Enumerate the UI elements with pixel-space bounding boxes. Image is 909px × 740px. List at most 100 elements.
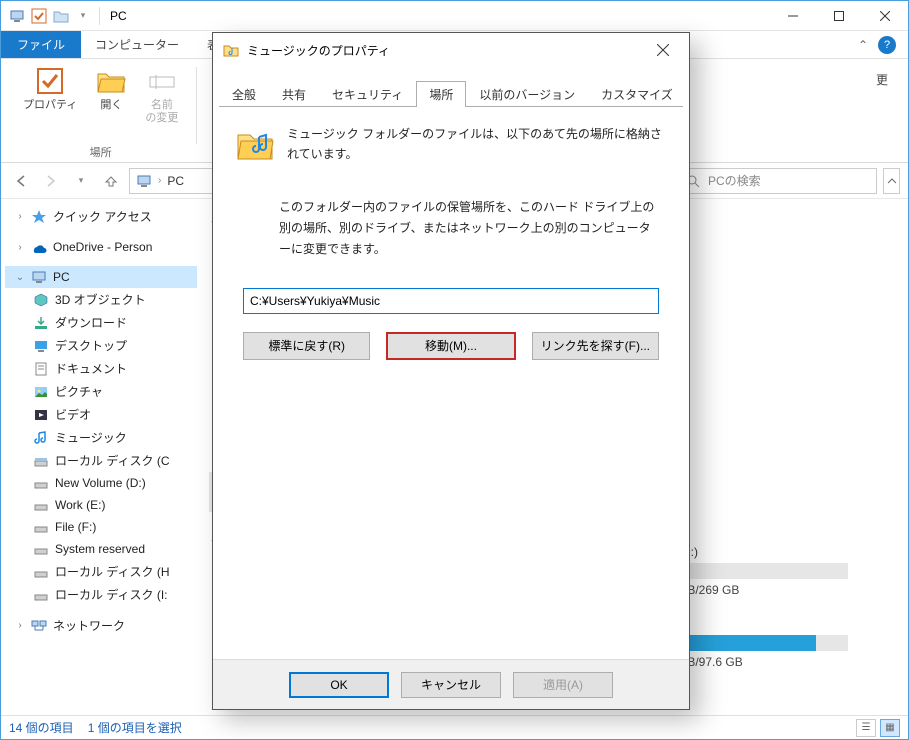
drive-icon (33, 564, 49, 580)
drive-bar (668, 563, 848, 579)
help-icon[interactable]: ? (878, 36, 896, 54)
tab-sharing[interactable]: 共有 (269, 81, 319, 107)
status-count: 14 個の項目 (9, 719, 74, 736)
sidebar-item-3dobjects[interactable]: 3D オブジェクト (5, 288, 197, 311)
dialog-note: このフォルダー内のファイルの保管場所を、このハード ドライブ上の別の場所、別のド… (279, 197, 657, 260)
sidebar-item-documents[interactable]: ドキュメント (5, 357, 197, 380)
tab-general[interactable]: 全般 (219, 81, 269, 107)
rename-icon (146, 65, 178, 97)
expand-icon[interactable]: › (15, 620, 25, 631)
forward-button[interactable] (39, 169, 63, 193)
tab-location[interactable]: 場所 (416, 81, 466, 107)
apply-button[interactable]: 適用(A) (513, 672, 613, 698)
sidebar-item-onedrive[interactable]: › OneDrive - Person (5, 236, 197, 258)
view-tiles-icon[interactable]: ▦ (880, 719, 900, 737)
breadcrumb[interactable]: PC (167, 174, 184, 188)
drive-info: e (D:) 2 GB/269 GB 8 GB/97.6 GB (668, 545, 868, 707)
qat-dropdown-icon[interactable]: ▾ (75, 8, 91, 24)
folder-qat-icon[interactable] (53, 8, 69, 24)
open-folder-icon (95, 65, 127, 97)
tab-customize[interactable]: カスタマイズ (588, 81, 686, 107)
drive-row-d[interactable]: e (D:) 2 GB/269 GB (668, 545, 868, 597)
collapse-icon[interactable]: ⌄ (15, 272, 25, 283)
tab-previous[interactable]: 以前のバージョン (466, 81, 588, 107)
sidebar-item-drive-f[interactable]: File (F:) (5, 516, 197, 538)
video-icon (33, 407, 49, 423)
nav-sidebar: › クイック アクセス › OneDrive - Person ⌄ (1, 199, 201, 715)
drive-row-other[interactable]: 8 GB/97.6 GB (668, 635, 868, 669)
sidebar-item-network[interactable]: › ネットワーク (5, 614, 197, 637)
pictures-icon (33, 384, 49, 400)
music-icon (33, 430, 49, 446)
move-button[interactable]: 移動(M)... (386, 332, 515, 360)
cancel-button[interactable]: キャンセル (401, 672, 501, 698)
search-input[interactable]: PCの検索 (677, 168, 877, 194)
network-icon (31, 618, 47, 634)
sidebar-item-drive-sys[interactable]: System reserved (5, 538, 197, 560)
properties-check-icon[interactable] (31, 8, 47, 24)
sidebar-item-desktop[interactable]: デスクトップ (5, 334, 197, 357)
dialog-titlebar: ミュージックのプロパティ (213, 33, 689, 67)
expand-icon[interactable]: › (15, 211, 25, 222)
sidebar-item-drive-i[interactable]: ローカル ディスク (I: (5, 583, 197, 606)
cube-icon (33, 292, 49, 308)
dialog-footer: OK キャンセル 適用(A) (213, 659, 689, 709)
up-button[interactable] (99, 169, 123, 193)
open-button[interactable]: 開く (89, 63, 133, 114)
dialog-close-button[interactable] (643, 36, 683, 64)
crumb-sep-icon[interactable]: › (158, 175, 161, 186)
star-icon (31, 209, 47, 225)
sidebar-item-music[interactable]: ミュージック (5, 426, 197, 449)
properties-dialog: ミュージックのプロパティ 全般 共有 セキュリティ 場所 以前のバージョン カス… (212, 32, 690, 710)
computer-tab[interactable]: コンピューター (81, 31, 193, 58)
maximize-button[interactable] (816, 1, 862, 31)
view-details-icon[interactable]: ☰ (856, 719, 876, 737)
ribbon-group-location: プロパティ 開く 名前 の変更 場所 (9, 63, 192, 162)
file-tab[interactable]: ファイル (1, 31, 81, 58)
sidebar-item-quickaccess[interactable]: › クイック アクセス (5, 205, 197, 228)
drive-free: 2 GB/269 GB (668, 583, 868, 597)
drive-bar (668, 635, 848, 651)
window-title: PC (110, 9, 127, 23)
ribbon-extra[interactable]: 更 (864, 63, 900, 162)
explorer-window: ▾ PC ファイル コンピューター 表示 ⌃ ? (0, 0, 909, 740)
recent-dropdown[interactable]: ▾ (69, 169, 93, 193)
sidebar-item-pictures[interactable]: ピクチャ (5, 380, 197, 403)
drive-free: 8 GB/97.6 GB (668, 655, 868, 669)
sidebar-item-pc[interactable]: ⌄ PC (5, 266, 197, 288)
onedrive-icon (31, 239, 47, 255)
drive-icon (33, 453, 49, 469)
tab-security[interactable]: セキュリティ (319, 81, 416, 107)
dialog-title: ミュージックのプロパティ (247, 42, 390, 59)
dialog-tabs: 全般 共有 セキュリティ 場所 以前のバージョン カスタマイズ (213, 79, 689, 107)
back-button[interactable] (9, 169, 33, 193)
drive-icon (33, 587, 49, 603)
music-folder-icon (223, 42, 239, 58)
location-path-input[interactable] (243, 288, 659, 314)
download-icon (33, 315, 49, 331)
sidebar-item-drive-c[interactable]: ローカル ディスク (C (5, 449, 197, 472)
document-icon (33, 361, 49, 377)
pc-icon (9, 8, 25, 24)
expand-icon[interactable]: › (15, 242, 25, 253)
sidebar-item-videos[interactable]: ビデオ (5, 403, 197, 426)
statusbar: 14 個の項目 1 個の項目を選択 ☰ ▦ (1, 715, 908, 739)
sidebar-item-drive-d[interactable]: New Volume (D:) (5, 472, 197, 494)
sidebar-item-drive-h[interactable]: ローカル ディスク (H (5, 560, 197, 583)
desktop-icon (33, 338, 49, 354)
minimize-button[interactable] (770, 1, 816, 31)
rename-button: 名前 の変更 (139, 63, 184, 127)
ok-button[interactable]: OK (289, 672, 389, 698)
restore-default-button[interactable]: 標準に戻す(R) (243, 332, 370, 360)
properties-icon (34, 65, 66, 97)
chevron-up-icon[interactable]: ⌃ (858, 38, 868, 52)
close-button[interactable] (862, 1, 908, 31)
dialog-description: ミュージック フォルダーのファイルは、以下のあて先の場所に格納されています。 (287, 124, 667, 165)
sidebar-item-drive-e[interactable]: Work (E:) (5, 494, 197, 516)
properties-button[interactable]: プロパティ (17, 63, 83, 114)
pc-crumb-icon (136, 173, 152, 189)
find-target-button[interactable]: リンク先を探す(F)... (532, 332, 659, 360)
drive-name: e (D:) (668, 545, 868, 559)
scroll-up-button[interactable] (883, 168, 900, 194)
sidebar-item-downloads[interactable]: ダウンロード (5, 311, 197, 334)
